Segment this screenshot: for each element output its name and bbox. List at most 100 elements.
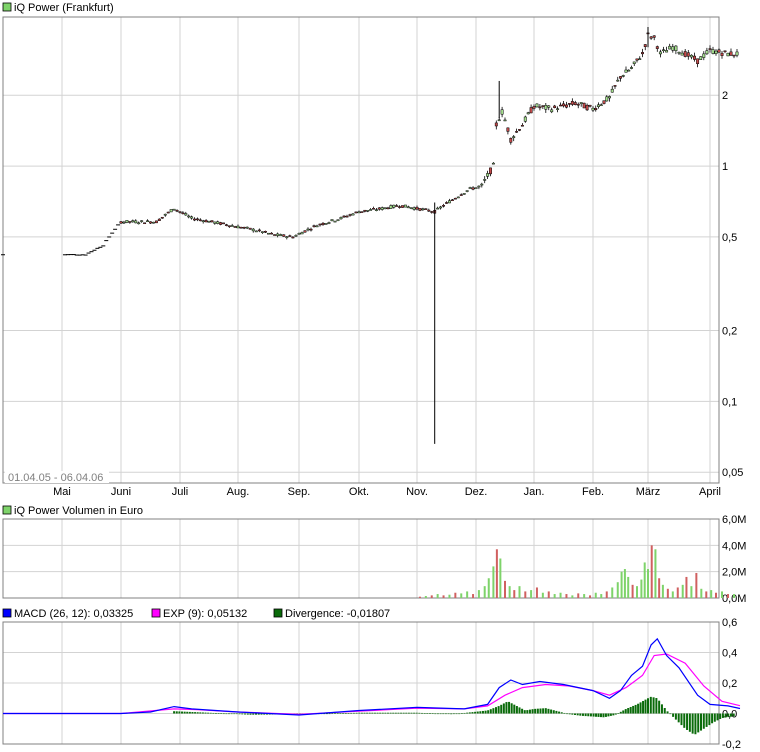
- candle-body: [300, 232, 304, 235]
- divergence-bar: [592, 713, 595, 717]
- month-label: Dez.: [465, 486, 488, 498]
- divergence-bar: [584, 713, 587, 717]
- divergence-bar: [428, 713, 431, 714]
- candle-body: [635, 58, 639, 61]
- divergence-bar: [244, 713, 247, 715]
- divergence-bar: [595, 713, 598, 717]
- volume-bar: [442, 595, 445, 598]
- volume-bar: [460, 593, 463, 598]
- divergence-bar: [694, 713, 697, 735]
- divergence-bar: [246, 713, 249, 715]
- divergence-bar: [544, 708, 547, 714]
- divergence-bar: [355, 712, 358, 714]
- divergence-bar: [463, 712, 466, 714]
- candle-body: [134, 220, 138, 224]
- volume-bar: [650, 545, 653, 598]
- divergence-bar: [708, 713, 711, 726]
- candle-body: [178, 211, 182, 213]
- divergence-bar: [732, 713, 735, 717]
- volume-bar: [513, 590, 516, 598]
- candle-body: [613, 85, 617, 87]
- candle-body: [345, 215, 349, 218]
- candle-body: [436, 207, 440, 210]
- candle-body: [579, 102, 583, 104]
- divergence-bar: [249, 713, 252, 715]
- divergence-bar: [558, 711, 561, 714]
- divergence-bar: [523, 710, 526, 714]
- candle-body: [374, 209, 378, 211]
- candle-body: [213, 221, 217, 224]
- divergence-bar: [233, 713, 236, 715]
- divergence-bar: [331, 713, 334, 715]
- divergence-bar: [534, 708, 537, 714]
- candle-body: [276, 233, 280, 236]
- candle-body: [157, 218, 161, 221]
- macd-legend-swatch: [273, 608, 283, 618]
- candle-body: [128, 221, 132, 223]
- candle-body: [201, 220, 205, 222]
- divergence-bar: [423, 713, 426, 714]
- candle-body: [591, 107, 595, 111]
- candle-body: [689, 54, 693, 58]
- candle-body: [339, 217, 343, 220]
- candle-body: [720, 52, 724, 56]
- candle-body: [597, 104, 600, 107]
- month-label: Aug.: [227, 486, 250, 498]
- candle-body: [239, 226, 243, 229]
- candle-body: [671, 46, 675, 51]
- candle-body: [683, 51, 687, 57]
- date-range-label: 01.04.05 - 06.04.06: [8, 472, 103, 484]
- macd-legend-label: Divergence: -0,01807: [285, 608, 390, 620]
- volume-bar: [483, 586, 486, 598]
- volume-chart-title: iQ Power Volumen in Euro: [14, 505, 143, 517]
- candle-body: [471, 187, 475, 190]
- candle-body: [714, 50, 718, 54]
- volume-bar: [589, 595, 592, 598]
- divergence-bar: [368, 712, 371, 714]
- candle-body: [556, 108, 560, 110]
- candle-body: [351, 213, 355, 216]
- divergence-bar: [183, 711, 186, 714]
- price-series: [1, 26, 739, 444]
- candle-body: [366, 210, 370, 212]
- candle-body: [459, 194, 463, 196]
- candle-body: [526, 112, 530, 115]
- divergence-bar: [204, 712, 207, 714]
- candle-body: [610, 88, 614, 93]
- divergence-bar: [222, 713, 225, 715]
- divergence-bar: [579, 713, 582, 716]
- candle-body: [166, 211, 170, 214]
- candle-body: [330, 219, 334, 222]
- divergence-bar: [568, 713, 571, 715]
- divergence-bar: [607, 713, 610, 717]
- divergence-bar: [436, 713, 439, 715]
- divergence-bar: [658, 700, 661, 714]
- divergence-bar: [186, 711, 189, 714]
- candle-body: [726, 52, 730, 57]
- candle-body: [483, 179, 487, 181]
- macd-lines: [3, 637, 741, 716]
- divergence-bar: [235, 713, 238, 715]
- month-label: Okt.: [349, 486, 369, 498]
- divergence-bar: [484, 710, 487, 714]
- divergence-bar: [394, 712, 397, 714]
- candle-body: [357, 211, 361, 214]
- volume-bar: [611, 587, 614, 598]
- month-label: April: [699, 486, 721, 498]
- divergence-bar: [686, 713, 689, 730]
- candle-body: [273, 234, 277, 236]
- divergence-bar: [387, 712, 389, 714]
- volume-bar: [631, 584, 634, 598]
- candle-body: [602, 100, 606, 104]
- divergence-bar: [617, 713, 620, 714]
- candle-body: [172, 208, 176, 211]
- divergence-bar: [225, 713, 228, 715]
- volume-bar: [436, 594, 439, 598]
- macd-tick-label: 0,6: [722, 617, 737, 629]
- candle-body: [198, 219, 202, 222]
- candle-body: [270, 232, 274, 235]
- divergence-bar: [201, 712, 204, 714]
- candle-body: [638, 58, 642, 60]
- price-tick-label: 0,2: [722, 326, 737, 338]
- candle-body: [392, 204, 396, 208]
